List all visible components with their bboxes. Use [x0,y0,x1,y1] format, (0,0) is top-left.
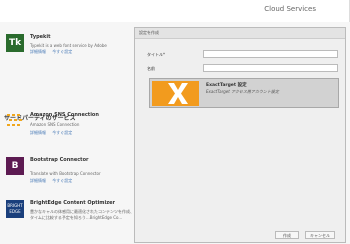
template-subtitle: ExactTarget アクセス用アカウント設定 [206,89,279,94]
page-title: Cloud Services [264,5,316,13]
dialog-header: 設定を作成 [135,28,345,39]
template-title: ExactTarget 設定 [206,83,247,88]
item-desc-2: タイムに比較する予定を知ろう...BrightEdge Co... [30,215,123,220]
name-input[interactable] [203,64,338,72]
item-title: Bootstrap Connector [30,157,89,163]
configure-link[interactable]: 今すぐ設定 [52,178,72,183]
learn-more-link[interactable]: 詳細情報 [30,49,46,54]
configure-link[interactable]: 今すぐ設定 [52,49,72,54]
cancel-button[interactable]: キャンセル [305,231,335,239]
x-logo-icon [168,83,188,104]
item-links: 詳細情報 今すぐ設定 [30,130,77,136]
typekit-icon: Tk [6,34,24,52]
top-bar: Cloud Services [0,0,350,22]
dialog-title: 設定を作成 [139,30,159,35]
learn-more-link[interactable]: 詳細情報 [30,178,46,183]
exacttarget-template[interactable]: ExactTarget 設定 ExactTarget アクセス用アカウント設定 [149,78,339,108]
item-links: 詳細情報 今すぐ設定 [30,49,77,55]
title-label: タイトル* [147,52,165,57]
item-title: Typekit [30,34,51,40]
item-title: Amazon SNS Connection [30,112,99,118]
item-title: BrightEdge Content Optimizer [30,200,115,206]
configure-link[interactable]: 今すぐ設定 [52,130,72,135]
item-desc: Translate with Bootstrap Connector [30,171,101,176]
item-desc: Amazon SNS Connection [30,122,80,127]
item-links: 詳細情報 今すぐ設定 [30,178,77,184]
item-desc: Typekit is a web font service by Adobe [30,43,107,48]
brightedge-icon: BRIGHT EDGE [6,200,24,218]
title-input[interactable] [203,50,338,58]
aws-icon [7,114,22,126]
create-button[interactable]: 作成 [275,231,299,239]
bootstrap-icon: B [6,157,24,175]
name-label: 名前 [147,66,155,71]
exacttarget-icon [152,81,199,106]
learn-more-link[interactable]: 詳細情報 [30,130,46,135]
create-config-dialog: 設定を作成 タイトル* 名前 ExactTarget 設定 ExactTarge… [134,27,346,243]
